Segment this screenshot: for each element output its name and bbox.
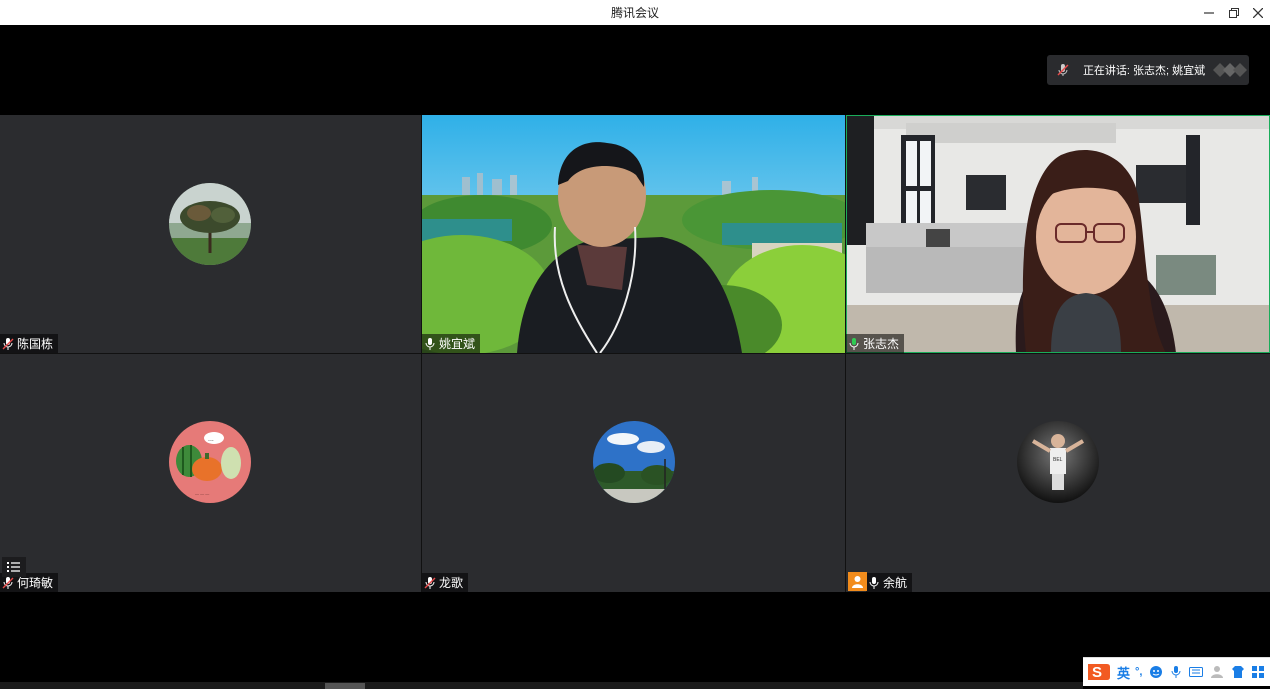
avatar: ... — — — xyxy=(169,421,251,503)
title-bar: 腾讯会议 xyxy=(0,0,1270,25)
speaking-indicator: 正在讲话: 张志杰; 姚宜斌 xyxy=(1047,55,1249,85)
mic-active-icon xyxy=(849,337,859,350)
participant-tile[interactable]: 龙歌 xyxy=(422,354,845,592)
keyboard-icon[interactable] xyxy=(1189,666,1204,678)
grid-divider xyxy=(0,353,1270,354)
user-icon[interactable] xyxy=(1210,665,1224,679)
close-button[interactable] xyxy=(1246,0,1270,25)
skin-icon[interactable] xyxy=(1231,665,1245,679)
video-grid: 陈国栋 姚宜斌 张志杰 ... — — — 何琦敏 龙歌 BEL 余航 xyxy=(0,115,1270,592)
emoji-icon[interactable] xyxy=(1149,665,1163,679)
restore-button[interactable] xyxy=(1222,0,1246,25)
person-icon xyxy=(852,576,863,588)
name-tag: 龙歌 xyxy=(422,573,469,592)
participant-name: 姚宜斌 xyxy=(439,337,476,351)
svg-text:— — —: — — — xyxy=(195,491,209,496)
host-badge xyxy=(848,572,867,591)
participant-tile-video-active[interactable]: 张志杰 xyxy=(846,115,1270,353)
speaking-label: 正在讲话: 张志杰; 姚宜斌 xyxy=(1082,65,1206,77)
restore-icon xyxy=(1229,7,1239,18)
ime-toolbar: S 英 °, xyxy=(1083,657,1270,686)
mic-muted-icon xyxy=(1057,64,1069,76)
sogou-logo-icon[interactable]: S xyxy=(1085,660,1111,684)
participant-name: 龙歌 xyxy=(439,576,464,590)
mic-icon xyxy=(869,576,879,589)
toolbar-strip xyxy=(0,682,1083,689)
svg-text:BEL: BEL xyxy=(1053,457,1063,463)
video-feed xyxy=(846,115,1270,353)
avatar: BEL xyxy=(1017,421,1099,503)
minimize-icon xyxy=(1204,11,1214,14)
participant-name: 陈国栋 xyxy=(17,337,54,351)
toolbar-handle[interactable] xyxy=(325,683,365,689)
minimize-button[interactable] xyxy=(1197,0,1221,25)
participant-tile-video[interactable]: 姚宜斌 xyxy=(422,115,845,353)
mic-muted-icon xyxy=(2,337,14,350)
window-title: 腾讯会议 xyxy=(610,6,659,20)
ime-language-toggle[interactable]: 英 xyxy=(1117,663,1130,682)
mic-muted-icon xyxy=(2,576,14,589)
svg-text:S: S xyxy=(1092,664,1102,681)
toolbox-icon[interactable] xyxy=(1252,666,1265,678)
mic-muted-icon xyxy=(424,576,436,589)
participant-name: 余航 xyxy=(883,576,908,590)
avatar xyxy=(169,183,251,265)
name-tag: 张志杰 xyxy=(846,334,905,353)
name-tag: 余航 xyxy=(866,573,913,592)
participant-tile[interactable]: BEL 余航 xyxy=(846,354,1270,592)
participant-name: 张志杰 xyxy=(863,337,900,351)
svg-text:...: ... xyxy=(208,436,214,443)
close-icon xyxy=(1253,7,1263,18)
mic-icon xyxy=(425,337,435,350)
participant-tile[interactable]: ... — — — 何琦敏 xyxy=(0,354,421,592)
participant-list-button[interactable] xyxy=(2,557,26,577)
name-tag: 陈国栋 xyxy=(0,334,59,353)
participant-tile[interactable]: 陈国栋 xyxy=(0,115,421,353)
blurred-avatars-icon xyxy=(1213,63,1248,77)
avatar xyxy=(593,421,675,503)
list-icon xyxy=(7,562,20,572)
ime-punctuation-toggle[interactable]: °, xyxy=(1135,666,1142,678)
voice-input-icon[interactable] xyxy=(1170,665,1182,679)
video-feed xyxy=(422,115,845,353)
name-tag: 姚宜斌 xyxy=(422,334,481,353)
